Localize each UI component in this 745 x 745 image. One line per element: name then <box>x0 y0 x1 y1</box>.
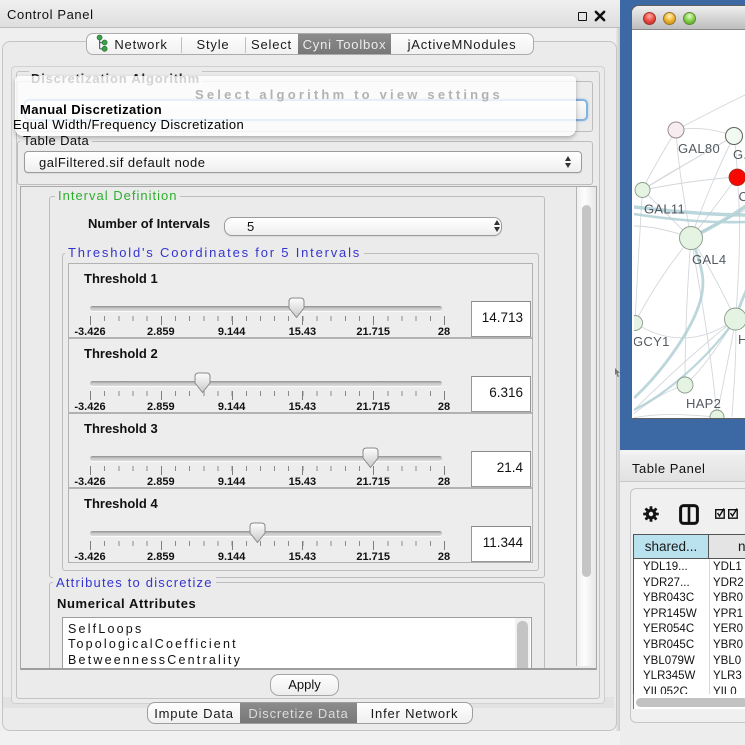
svg-text:G.: G. <box>733 147 745 162</box>
svg-text:GAL4: GAL4 <box>692 252 726 267</box>
svg-text:C: C <box>739 189 745 204</box>
svg-text:GCY1: GCY1 <box>634 334 670 349</box>
svg-text:HAP2: HAP2 <box>686 396 721 411</box>
svg-text:GAL80: GAL80 <box>678 141 720 156</box>
svg-text:H: H <box>738 332 745 347</box>
svg-text:GAL11: GAL11 <box>644 202 685 217</box>
